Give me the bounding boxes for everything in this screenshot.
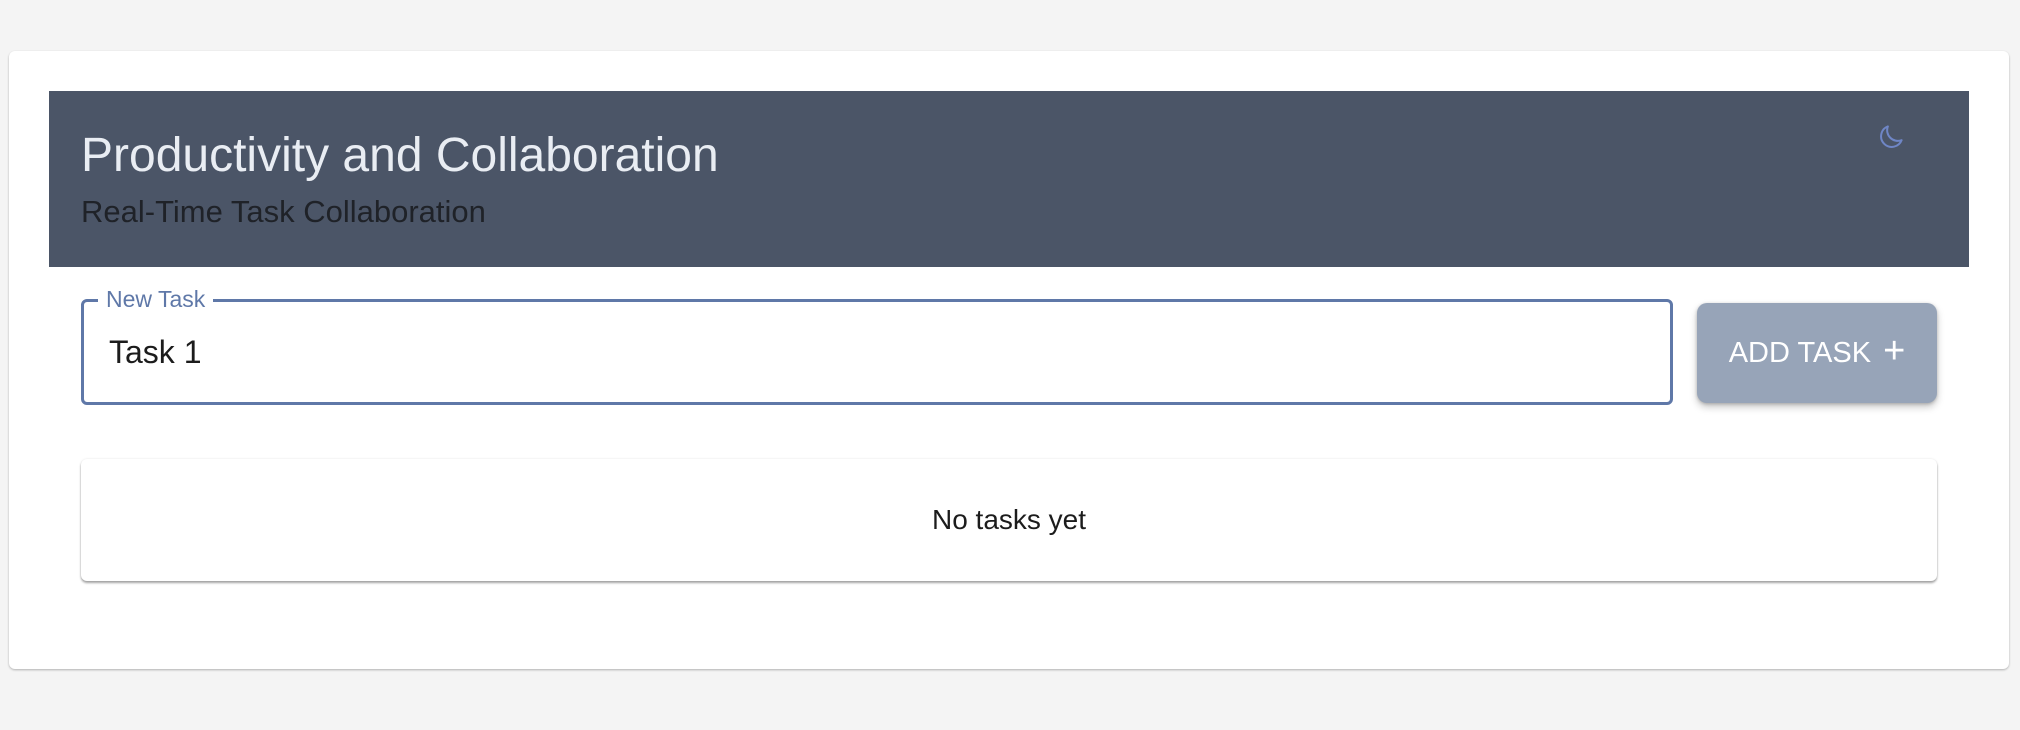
task-list: No tasks yet bbox=[81, 459, 1937, 581]
new-task-input[interactable] bbox=[109, 324, 1629, 380]
plus-icon: + bbox=[1883, 330, 1906, 372]
empty-state-message: No tasks yet bbox=[931, 504, 1087, 535]
new-task-field: New Task bbox=[81, 286, 1673, 405]
add-task-button[interactable]: ADD TASK + bbox=[1697, 303, 1937, 403]
new-task-label: New Task bbox=[98, 286, 214, 312]
page-title: Productivity and Collaboration bbox=[81, 129, 719, 182]
theme-toggle-button[interactable] bbox=[1873, 119, 1909, 155]
page-subtitle: Real-Time Task Collaboration bbox=[81, 194, 486, 229]
app-header: Productivity and Collaboration Real-Time… bbox=[49, 91, 1969, 267]
moon-icon bbox=[1880, 125, 1903, 148]
add-task-button-label: ADD TASK bbox=[1728, 336, 1872, 369]
app-card: Productivity and Collaboration Real-Time… bbox=[9, 51, 2009, 669]
